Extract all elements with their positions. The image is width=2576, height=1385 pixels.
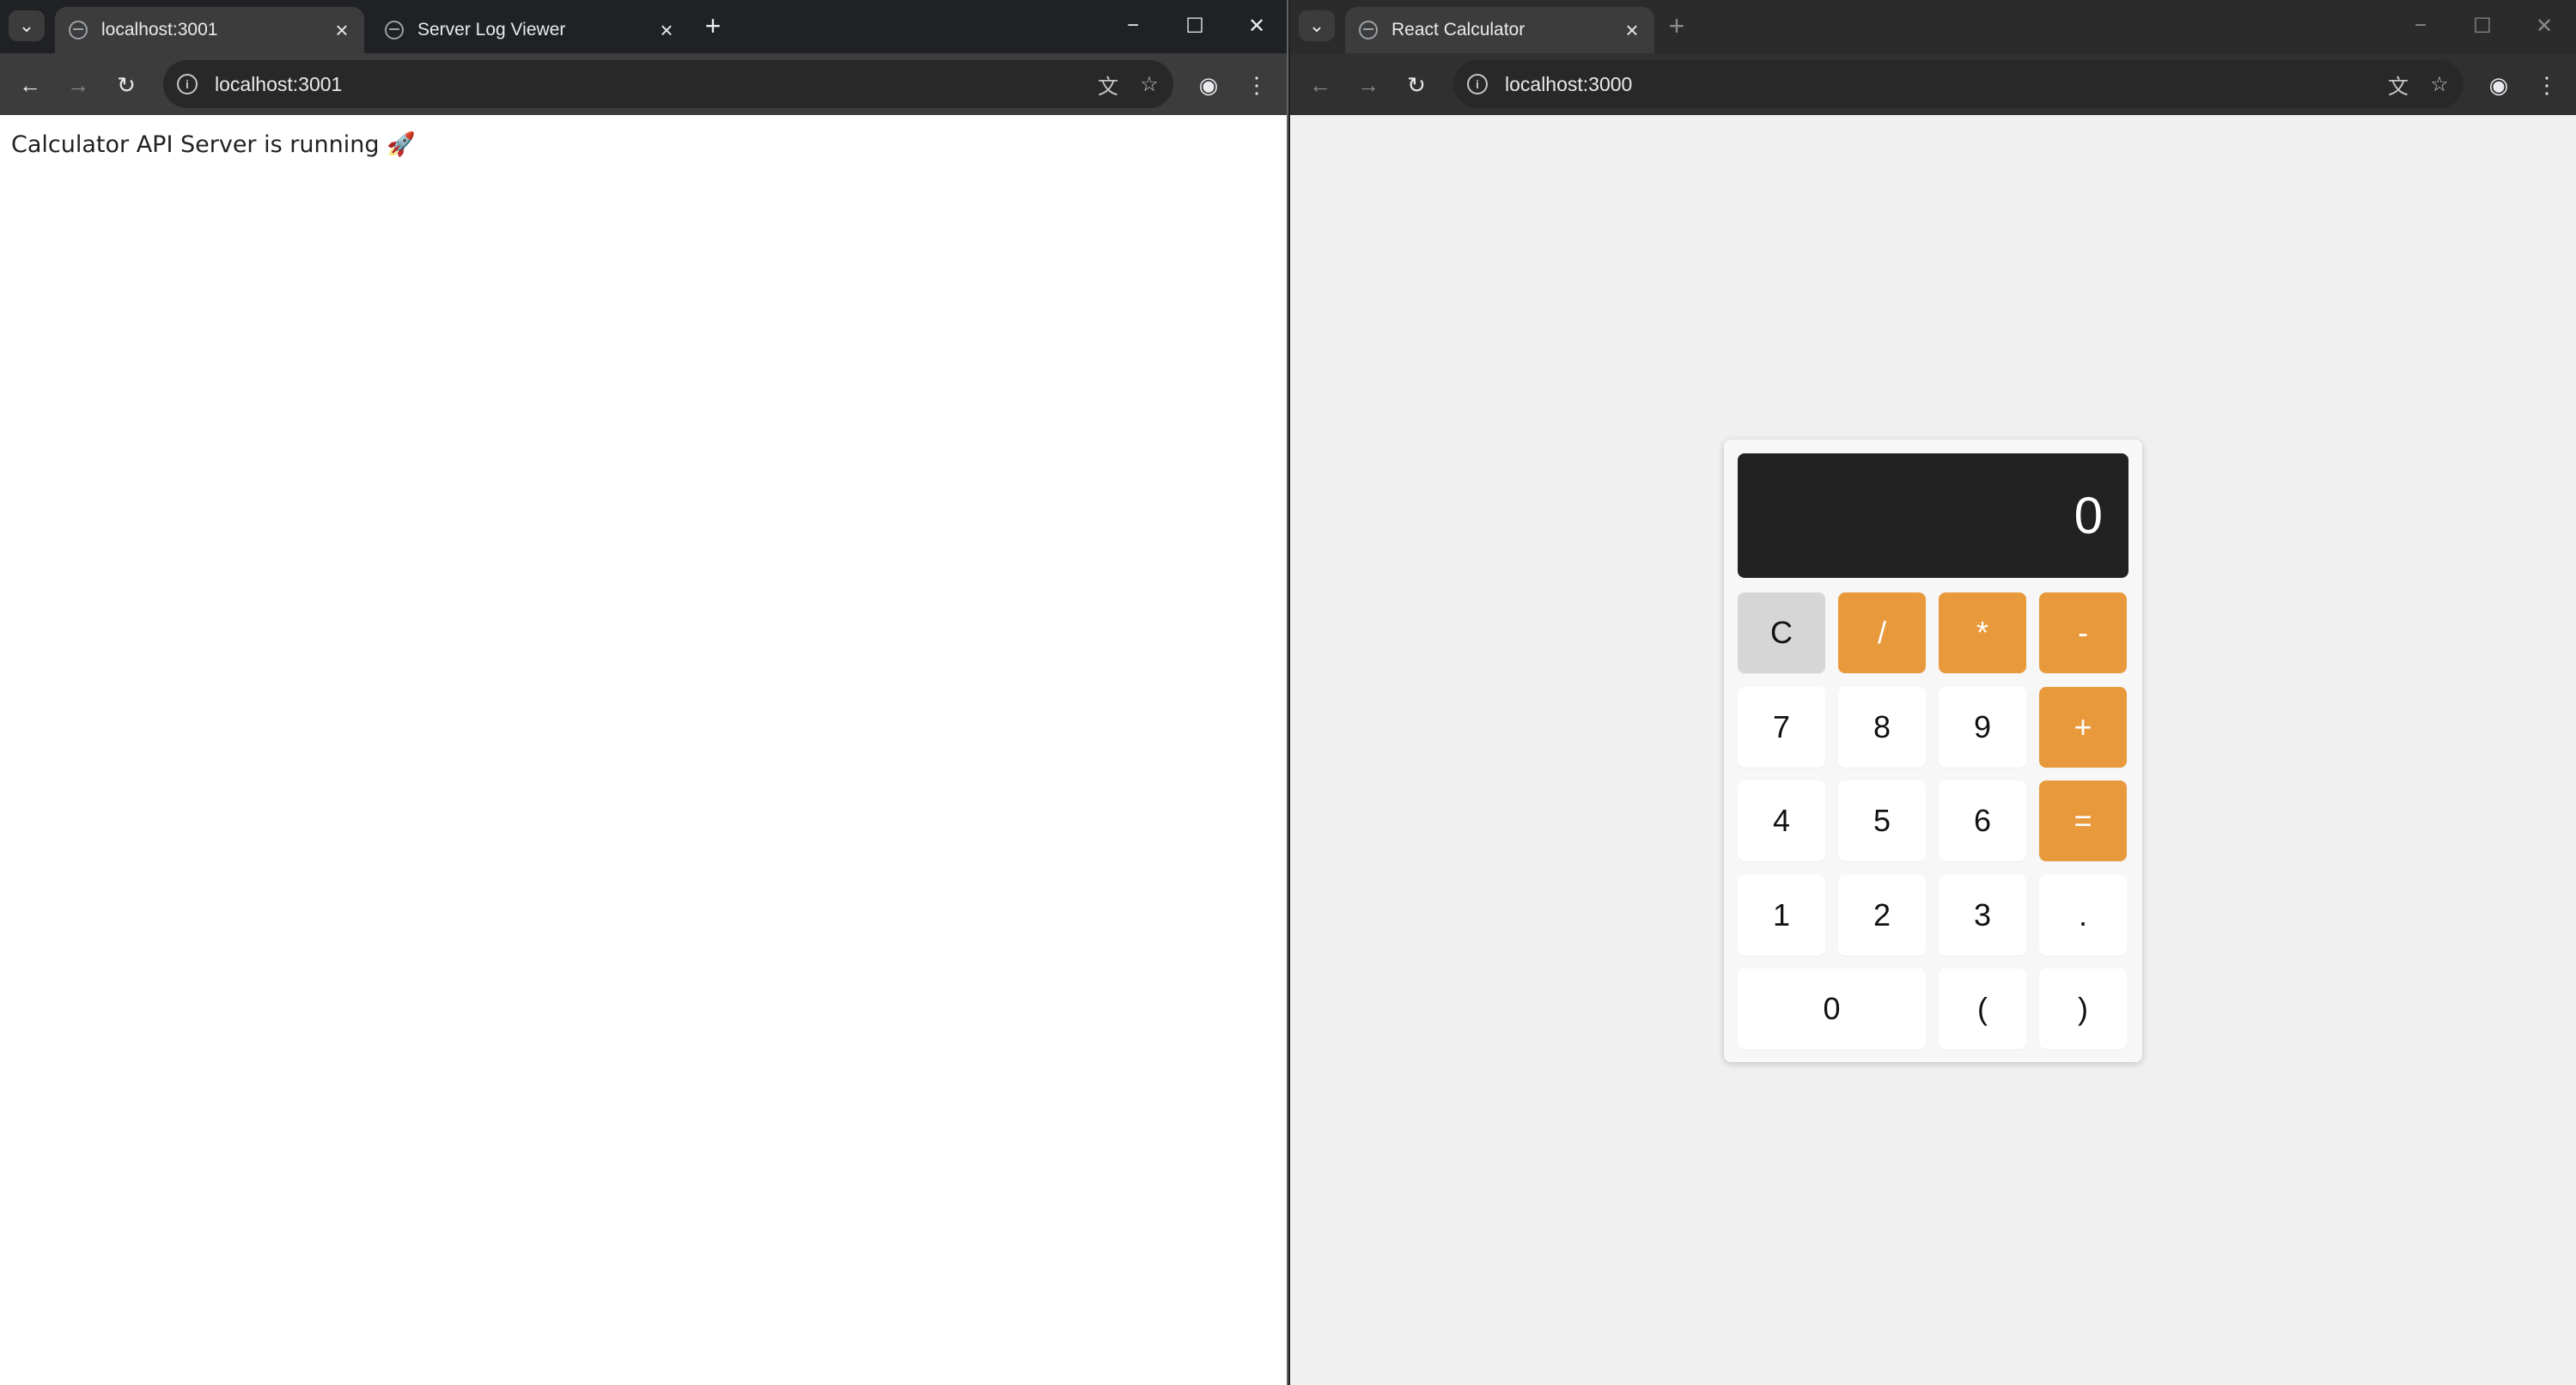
globe-icon	[1359, 21, 1378, 39]
digit-5-button[interactable]: 5	[1838, 781, 1926, 861]
browser-menu-button[interactable]: ⋮	[2530, 69, 2563, 101]
close-paren-button[interactable]: )	[2039, 969, 2127, 1049]
close-icon[interactable]: ×	[1618, 16, 1646, 44]
multiply-button[interactable]: *	[1939, 592, 2026, 673]
tab-title: Server Log Viewer	[417, 20, 566, 39]
arrow-right-icon: →	[1357, 71, 1379, 98]
back-button[interactable]: ←	[14, 69, 46, 101]
tab-search-button[interactable]: ⌄	[1299, 10, 1335, 41]
star-icon[interactable]: ☆	[1132, 67, 1166, 101]
minimize-button[interactable]: −	[1109, 7, 1157, 45]
plus-icon: +	[704, 9, 722, 41]
profile-button[interactable]: ◉	[2482, 69, 2515, 101]
close-icon: ✕	[2535, 14, 2554, 38]
tab-title: React Calculator	[1392, 20, 1526, 39]
kebab-menu-icon: ⋮	[1245, 71, 1268, 98]
digit-2-button[interactable]: 2	[1838, 875, 1926, 956]
close-window-button[interactable]: ✕	[1233, 7, 1281, 45]
close-window-button[interactable]: ✕	[2520, 7, 2568, 45]
arrow-right-icon: →	[67, 71, 89, 98]
close-icon[interactable]: ×	[653, 16, 680, 44]
globe-icon	[385, 21, 404, 39]
digit-8-button[interactable]: 8	[1838, 687, 1926, 768]
chevron-down-icon: ⌄	[1308, 15, 1325, 36]
digit-3-button[interactable]: 3	[1939, 875, 2026, 956]
plus-button[interactable]: +	[2039, 687, 2127, 768]
translate-icon[interactable]: 文	[2381, 67, 2415, 101]
digit-6-button[interactable]: 6	[1939, 781, 2026, 861]
browser-toolbar: ← → ↻ i localhost:3000 文 ☆ ◉ ⋮	[1290, 53, 2576, 115]
address-text[interactable]: localhost:3001	[215, 73, 1091, 96]
minimize-icon: −	[1126, 14, 1139, 37]
forward-button[interactable]: →	[62, 69, 94, 101]
digit-7-button[interactable]: 7	[1738, 687, 1825, 768]
address-bar[interactable]: i localhost:3000 文 ☆	[1453, 60, 2463, 108]
translate-icon[interactable]: 文	[1091, 67, 1125, 101]
site-info-icon[interactable]: i	[177, 74, 198, 94]
close-icon[interactable]: ×	[328, 16, 356, 44]
page-viewport: 0 C / * - 7 8 9 + 4 5 6 = 1 2 3 . 0 ( )	[1290, 115, 2576, 1385]
reload-button[interactable]: ↻	[110, 69, 143, 101]
reload-icon: ↻	[1407, 71, 1426, 98]
close-icon: ✕	[1247, 14, 1266, 38]
maximize-button[interactable]: ☐	[1171, 7, 1219, 45]
profile-icon: ◉	[1198, 71, 1219, 98]
address-text[interactable]: localhost:3000	[1505, 73, 2381, 96]
digit-4-button[interactable]: 4	[1738, 781, 1825, 861]
server-status-text: Calculator API Server is running 🚀	[11, 131, 416, 158]
divide-button[interactable]: /	[1838, 592, 1926, 673]
new-tab-button[interactable]: +	[697, 10, 728, 41]
browser-toolbar: ← → ↻ i localhost:3001 文 ☆ ◉ ⋮	[0, 53, 1287, 115]
arrow-left-icon: ←	[1309, 71, 1331, 98]
plus-icon: +	[1668, 9, 1685, 41]
star-icon[interactable]: ☆	[2422, 67, 2457, 101]
tab-strip: ⌄ localhost:3001 × Server Log Viewer × +…	[0, 0, 1287, 53]
digit-9-button[interactable]: 9	[1939, 687, 2026, 768]
arrow-left-icon: ←	[19, 71, 41, 98]
maximize-icon: ☐	[1185, 14, 1204, 38]
browser-window-right: ⌄ React Calculator × + − ☐ ✕ ← → ↻ i loc…	[1290, 0, 2576, 1385]
tab-react-calculator[interactable]: React Calculator ×	[1345, 7, 1654, 53]
minus-button[interactable]: -	[2039, 592, 2127, 673]
chevron-down-icon: ⌄	[18, 15, 35, 36]
minimize-button[interactable]: −	[2396, 7, 2445, 45]
open-paren-button[interactable]: (	[1939, 969, 2026, 1049]
tab-title: localhost:3001	[101, 20, 218, 39]
address-bar[interactable]: i localhost:3001 文 ☆	[163, 60, 1173, 108]
site-info-icon[interactable]: i	[1467, 74, 1488, 94]
page-viewport: Calculator API Server is running 🚀	[0, 115, 1287, 1385]
calculator-display: 0	[1738, 453, 2128, 578]
globe-icon	[69, 21, 88, 39]
digit-0-button[interactable]: 0	[1738, 969, 1926, 1049]
minimize-icon: −	[2414, 14, 2427, 37]
new-tab-button[interactable]: +	[1661, 10, 1692, 41]
tab-search-button[interactable]: ⌄	[9, 10, 45, 41]
browser-window-left: ⌄ localhost:3001 × Server Log Viewer × +…	[0, 0, 1288, 1385]
maximize-icon: ☐	[2473, 14, 2492, 38]
calculator: 0 C / * - 7 8 9 + 4 5 6 = 1 2 3 . 0 ( )	[1724, 440, 2142, 1062]
tab-strip: ⌄ React Calculator × + − ☐ ✕	[1290, 0, 2576, 53]
reload-button[interactable]: ↻	[1400, 69, 1433, 101]
clear-button[interactable]: C	[1738, 592, 1825, 673]
back-button[interactable]: ←	[1304, 69, 1337, 101]
digit-1-button[interactable]: 1	[1738, 875, 1825, 956]
profile-icon: ◉	[2488, 71, 2509, 98]
maximize-button[interactable]: ☐	[2458, 7, 2506, 45]
tab-server-log-viewer[interactable]: Server Log Viewer ×	[371, 7, 689, 53]
decimal-button[interactable]: .	[2039, 875, 2127, 956]
kebab-menu-icon: ⋮	[2536, 71, 2558, 98]
browser-menu-button[interactable]: ⋮	[1240, 69, 1273, 101]
profile-button[interactable]: ◉	[1192, 69, 1225, 101]
reload-icon: ↻	[117, 71, 136, 98]
forward-button[interactable]: →	[1352, 69, 1385, 101]
tab-localhost-3001[interactable]: localhost:3001 ×	[55, 7, 364, 53]
equals-button[interactable]: =	[2039, 781, 2127, 861]
